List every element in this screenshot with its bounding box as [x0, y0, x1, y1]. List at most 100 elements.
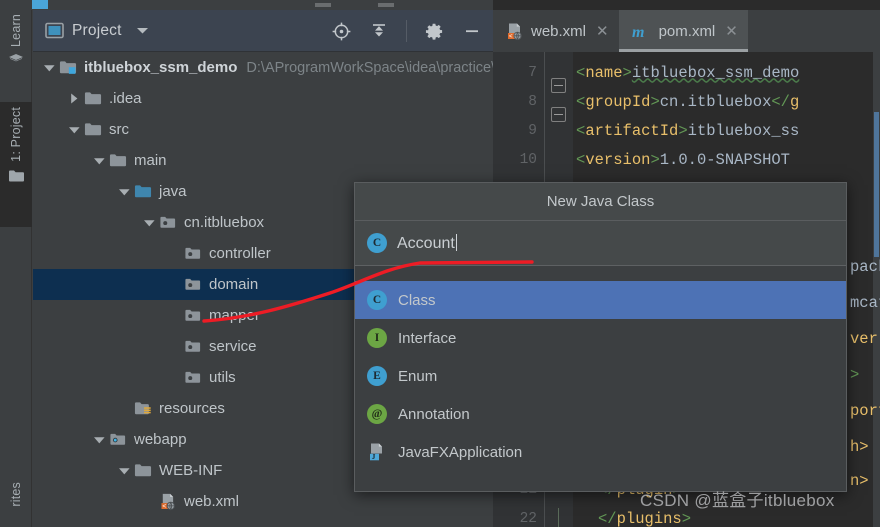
folder-icon	[134, 462, 152, 480]
line-number: 9	[528, 122, 537, 139]
xml-file-icon: <	[159, 493, 177, 511]
close-icon[interactable]: ✕	[596, 22, 609, 40]
folder-icon	[84, 121, 102, 139]
left-tool-window-bar: Learn 1: Project rites	[0, 10, 32, 527]
class-kind-item-class[interactable]: C Class	[355, 281, 846, 319]
sidebar-item-favorites-label: rites	[9, 482, 23, 507]
sidebar-item-favorites[interactable]: rites	[0, 480, 32, 527]
javafx-application-icon: J	[367, 442, 387, 462]
chevron-down-icon[interactable]	[66, 122, 82, 138]
class-kind-list[interactable]: C Class I Interface E Enum @ Annotation J JavaFXA…	[355, 281, 846, 471]
occluded-code-fragment: mcat	[850, 294, 880, 312]
chevron-down-icon[interactable]	[116, 184, 132, 200]
tree-row-label: web.xml	[184, 493, 240, 510]
class-kind-label: Interface	[398, 329, 457, 347]
fold-marker-21	[551, 78, 566, 93]
line-number: 8	[528, 93, 537, 110]
line-number: 22	[519, 510, 537, 527]
chevron-down-icon[interactable]	[116, 463, 132, 479]
class-kind-item-enum[interactable]: E Enum	[355, 357, 846, 395]
chevron-right-icon[interactable]	[66, 91, 82, 107]
tree-row-label: resources	[159, 400, 225, 417]
tree-row-src[interactable]: src	[33, 114, 493, 145]
project-view-selector[interactable]: Project	[33, 22, 149, 40]
class-kind-item-interface[interactable]: I Interface	[355, 319, 846, 357]
class-kind-label: Class	[398, 291, 436, 309]
editor-tab-label: pom.xml	[658, 22, 716, 40]
module-folder-icon	[59, 59, 77, 77]
line-number: 10	[519, 151, 537, 168]
occluded-code-fragment: >	[850, 366, 860, 384]
code-text: </plugins>	[598, 509, 692, 527]
tree-row-label: webapp	[134, 431, 187, 448]
code-text: <groupId>cn.itbluebox</g	[576, 92, 800, 111]
package-icon	[184, 369, 202, 387]
tree-row-main[interactable]: main	[33, 145, 493, 176]
intellij-idea-window: / / / / Learn 1: Project rites	[0, 0, 880, 527]
tree-row-label: utils	[209, 369, 236, 386]
code-text: <artifactId>itbluebox_ss	[576, 121, 800, 140]
tree-row-label: domain	[209, 276, 259, 293]
folder-icon	[84, 90, 102, 108]
class-kind-item-javafxapplication[interactable]: J JavaFXApplication	[355, 433, 846, 471]
sidebar-item-project[interactable]: 1: Project	[0, 102, 32, 227]
editor-tab-label: web.xml	[531, 22, 587, 40]
minimize-icon[interactable]	[461, 20, 483, 42]
package-icon	[184, 338, 202, 356]
page-title: Project	[72, 21, 122, 39]
gear-icon[interactable]	[423, 20, 445, 42]
class-name-input[interactable]: C Account	[355, 221, 846, 266]
svg-text:<: <	[162, 503, 166, 510]
interface-i-icon: I	[367, 328, 387, 348]
class-c-icon: C	[367, 233, 387, 253]
code-line-10: 10 <version>1.0.0-SNAPSHOT	[493, 145, 880, 174]
chevron-down-icon[interactable]	[141, 215, 157, 231]
tree-row-itbluebox-ssm-demo[interactable]: itbluebox_ssm_demo D:\AProgramWorkSpace\i…	[33, 52, 493, 83]
resources-folder-icon	[134, 400, 152, 418]
source-root-folder-icon	[134, 183, 152, 201]
text-caret	[455, 233, 457, 251]
project-panel-toolbar	[330, 10, 493, 52]
class-kind-item-annotation[interactable]: @ Annotation	[355, 395, 846, 433]
occluded-code-fragment: h>	[850, 438, 869, 456]
class-name-value: Account	[397, 234, 455, 252]
scrollbar-thumb[interactable]	[874, 112, 879, 257]
annotation-at-icon: @	[367, 404, 387, 424]
chevron-down-icon[interactable]	[136, 26, 149, 35]
code-text: <name>itbluebox_ssm_demo	[576, 63, 800, 82]
chevron-down-icon[interactable]	[91, 153, 107, 169]
new-java-class-popup: New Java Class C Account C Class I Interfac…	[354, 182, 847, 492]
class-kind-label: Enum	[398, 367, 438, 385]
sidebar-item-learn-label: Learn	[9, 14, 23, 47]
code-text: <version>1.0.0-SNAPSHOT	[576, 150, 790, 169]
top-ghost-2	[378, 3, 394, 7]
top-blue-chip	[32, 0, 48, 9]
class-kind-label: JavaFXApplication	[398, 443, 523, 461]
project-view-icon	[45, 22, 64, 39]
occluded-code-fragment: port	[850, 402, 880, 420]
tree-row--idea[interactable]: .idea	[33, 83, 493, 114]
folder-icon	[109, 152, 127, 170]
locate-icon[interactable]	[330, 20, 352, 42]
class-c-icon: C	[367, 290, 387, 310]
editor-tab-pom-xml[interactable]: m pom.xml ✕	[618, 10, 749, 52]
top-ghost-1	[315, 3, 331, 7]
project-panel-header: Project	[33, 10, 493, 52]
collapse-all-icon[interactable]	[368, 20, 390, 42]
folder-icon	[8, 169, 25, 183]
editor-tab-web-xml[interactable]: < web.xml ✕	[493, 10, 619, 52]
sidebar-item-learn[interactable]: Learn	[0, 10, 32, 102]
chevron-down-icon[interactable]	[91, 432, 107, 448]
chevron-down-icon[interactable]	[41, 60, 57, 76]
class-kind-label: Annotation	[398, 405, 470, 423]
tree-row-label: .idea	[109, 90, 142, 107]
package-icon	[159, 214, 177, 232]
close-icon[interactable]: ✕	[725, 22, 738, 40]
svg-text:J: J	[372, 452, 376, 461]
